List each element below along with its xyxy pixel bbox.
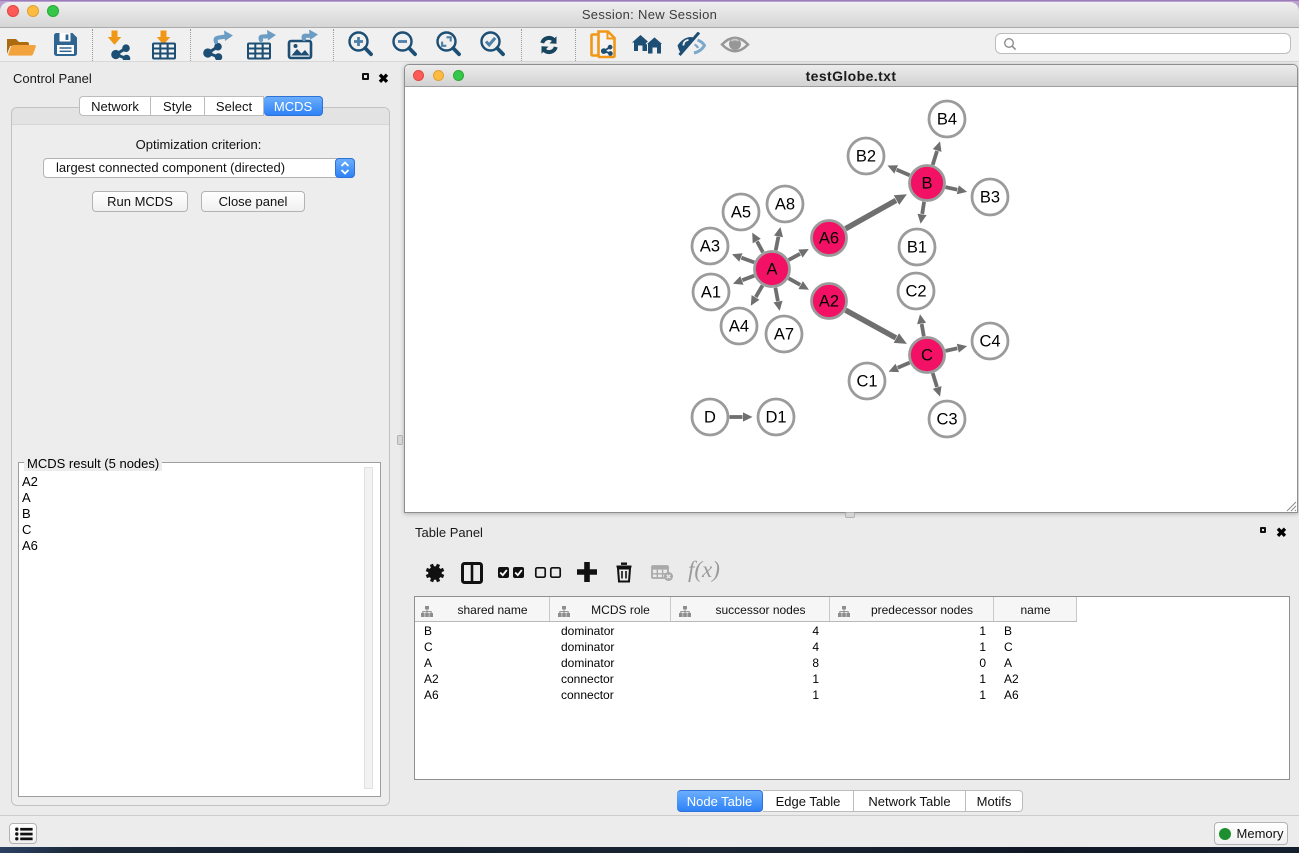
svg-text:A8: A8 xyxy=(775,196,795,214)
svg-text:B4: B4 xyxy=(937,111,957,129)
svg-text:C1: C1 xyxy=(856,373,877,391)
svg-text:A5: A5 xyxy=(731,204,751,222)
svg-text:C2: C2 xyxy=(905,283,926,301)
svg-text:A3: A3 xyxy=(700,238,720,256)
svg-text:A7: A7 xyxy=(774,326,794,344)
svg-text:A1: A1 xyxy=(701,284,721,302)
svg-text:A4: A4 xyxy=(729,318,749,336)
svg-text:B: B xyxy=(921,175,932,193)
svg-text:D: D xyxy=(704,409,716,427)
svg-text:B2: B2 xyxy=(856,148,876,166)
svg-text:B3: B3 xyxy=(980,189,1000,207)
svg-text:A6: A6 xyxy=(819,230,839,248)
svg-text:C3: C3 xyxy=(936,411,957,429)
svg-text:C4: C4 xyxy=(979,333,1000,351)
svg-text:B1: B1 xyxy=(907,239,927,257)
svg-text:A2: A2 xyxy=(819,293,839,311)
svg-text:C: C xyxy=(921,347,933,365)
svg-text:A: A xyxy=(766,261,777,279)
svg-text:D1: D1 xyxy=(765,409,786,427)
